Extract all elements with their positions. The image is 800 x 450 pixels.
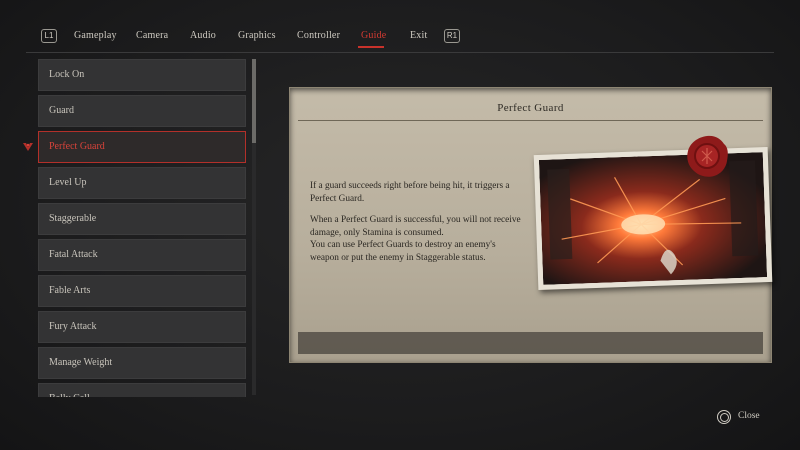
list-item-belly-call[interactable]: Belly Call <box>38 383 246 397</box>
guide-topic-list[interactable]: Lock On Guard Perfect Guard Level Up Sta… <box>38 59 250 397</box>
selection-marker-icon <box>23 143 33 151</box>
detail-description: If a guard succeeds right before being h… <box>310 180 525 273</box>
tab-controller[interactable]: Controller <box>297 30 340 41</box>
detail-footer-bar <box>298 332 763 354</box>
r1-bumper-icon[interactable]: R1 <box>444 29 460 43</box>
list-item-level-up[interactable]: Level Up <box>38 167 246 199</box>
list-item-perfect-guard[interactable]: Perfect Guard <box>38 131 246 163</box>
illustration-image <box>538 152 768 285</box>
guide-detail-panel: Perfect Guard If a guard succeeds right … <box>289 87 773 363</box>
list-item-staggerable[interactable]: Staggerable <box>38 203 246 235</box>
tab-exit[interactable]: Exit <box>410 30 427 41</box>
detail-title: Perfect Guard <box>298 96 763 121</box>
l1-bumper-icon[interactable]: L1 <box>41 29 57 43</box>
circle-button-icon[interactable] <box>717 410 731 424</box>
close-label[interactable]: Close <box>738 411 760 421</box>
tab-gameplay[interactable]: Gameplay <box>74 30 117 41</box>
list-item-fable-arts[interactable]: Fable Arts <box>38 275 246 307</box>
active-tab-indicator <box>358 46 384 48</box>
detail-paragraph: When a Perfect Guard is successful, you … <box>310 215 521 238</box>
nav-divider <box>26 52 774 53</box>
wax-seal-icon <box>687 135 728 177</box>
tab-audio[interactable]: Audio <box>190 30 216 41</box>
top-navigation: L1 Gameplay Camera Audio Graphics Contro… <box>0 0 800 60</box>
list-item-manage-weight[interactable]: Manage Weight <box>38 347 246 379</box>
tab-camera[interactable]: Camera <box>136 30 168 41</box>
detail-paragraph: You can use Perfect Guards to destroy an… <box>310 240 496 263</box>
perfect-guard-illustration <box>533 146 773 291</box>
list-item-fury-attack[interactable]: Fury Attack <box>38 311 246 343</box>
detail-paragraph: If a guard succeeds right before being h… <box>310 181 510 204</box>
list-item-guard[interactable]: Guard <box>38 95 246 127</box>
list-item-lock-on[interactable]: Lock On <box>38 59 246 91</box>
tab-guide[interactable]: Guide <box>361 30 386 41</box>
list-item-fatal-attack[interactable]: Fatal Attack <box>38 239 246 271</box>
tab-graphics[interactable]: Graphics <box>238 30 276 41</box>
list-scrollbar-thumb[interactable] <box>252 59 256 143</box>
